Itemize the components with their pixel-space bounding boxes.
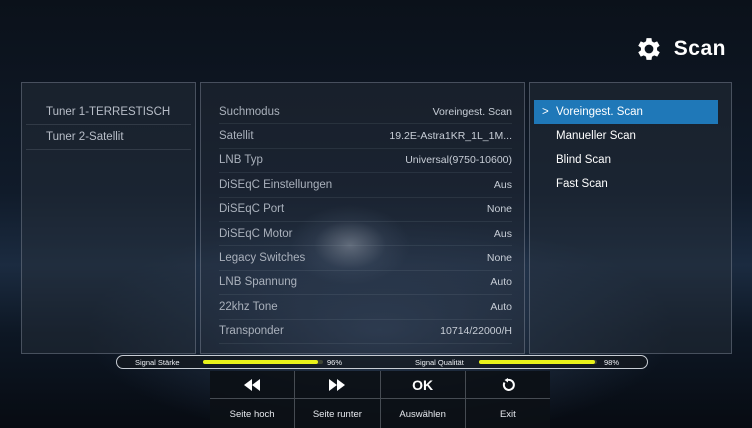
param-row-diseqc-motor[interactable]: DiSEqC Motor Aus (219, 222, 512, 247)
param-row-22khz-tone[interactable]: 22khz Tone Auto (219, 295, 512, 320)
signal-quality-track (479, 360, 597, 364)
page-title: Scan (673, 37, 726, 60)
param-row-suchmodus[interactable]: Suchmodus Voreingest. Scan (219, 100, 512, 125)
tuner-item[interactable]: Tuner 1-TERRESTISCH (26, 100, 191, 125)
scan-mode-voreingest[interactable]: > Voreingest. Scan (534, 100, 718, 124)
select-label: Auswählen (399, 409, 446, 420)
scan-mode-label: Blind Scan (556, 154, 611, 166)
tuner-item[interactable]: Tuner 2-Satellit (26, 125, 191, 150)
rewind-icon (210, 371, 295, 399)
signal-quality-label: Signal Qualität (415, 358, 464, 367)
scan-parameters: Suchmodus Voreingest. Scan Satellit 19.2… (200, 82, 525, 354)
param-row-diseqc-einstellungen[interactable]: DiSEqC Einstellungen Aus (219, 173, 512, 198)
param-value: Universal(9750-10600) (405, 154, 512, 167)
page-up-button[interactable]: Seite hoch (210, 371, 296, 428)
page-down-label: Seite runter (312, 409, 362, 420)
param-value: Aus (493, 178, 512, 191)
param-value: Voreingest. Scan (432, 105, 512, 118)
signal-strength-label: Signal Stärke (135, 358, 180, 367)
param-label: 22khz Tone (219, 300, 278, 313)
param-value: 19.2E-Astra1KR_1L_1M... (389, 130, 512, 143)
param-row-diseqc-port[interactable]: DiSEqC Port None (219, 198, 512, 222)
param-value: 10714/22000/H (440, 325, 512, 338)
param-label: DiSEqC Einstellungen (219, 178, 333, 191)
exit-button[interactable]: Exit (465, 371, 550, 428)
signal-quality-value: 98% (604, 358, 620, 367)
scan-mode-label: Voreingest. Scan (556, 106, 643, 118)
page-up-label: Seite hoch (229, 409, 275, 420)
exit-icon (465, 371, 550, 399)
param-label: DiSEqC Port (219, 203, 285, 216)
param-label: Legacy Switches (219, 252, 306, 265)
exit-label: Exit (499, 409, 516, 420)
param-value: None (486, 203, 512, 216)
page-down-button[interactable]: Seite runter (295, 371, 381, 428)
param-label: Suchmodus (219, 105, 280, 118)
chevron-right-icon: > (542, 106, 549, 118)
ok-icon: OK (380, 371, 465, 399)
param-row-satellit[interactable]: Satellit 19.2E-Astra1KR_1L_1M... (219, 124, 512, 149)
gear-icon (638, 38, 660, 60)
scan-mode-fast[interactable]: Fast Scan (534, 172, 718, 196)
param-row-transponder[interactable]: Transponder 10714/22000/H (219, 320, 512, 344)
param-label: Transponder (219, 325, 284, 338)
param-label: LNB Spannung (219, 276, 298, 289)
scan-mode-label: Manueller Scan (556, 130, 636, 142)
param-label: DiSEqC Motor (219, 227, 293, 240)
param-value: Aus (493, 227, 512, 240)
tuner-list: Tuner 1-TERRESTISCH Tuner 2-Satellit (21, 82, 196, 354)
select-button[interactable]: OK Auswählen (380, 371, 466, 428)
signal-quality-fill (479, 360, 595, 364)
param-row-legacy-switches[interactable]: Legacy Switches None (219, 246, 512, 271)
param-value: None (486, 252, 512, 265)
param-row-lnb-typ[interactable]: LNB Typ Universal(9750-10600) (219, 149, 512, 174)
signal-strength-track (203, 360, 323, 364)
param-label: LNB Typ (219, 154, 263, 167)
param-label: Satellit (219, 130, 254, 143)
scan-mode-manuell[interactable]: Manueller Scan (534, 124, 718, 148)
scan-mode-blind[interactable]: Blind Scan (534, 148, 718, 172)
bottom-button-bar: Seite hoch Seite runter OK Auswählen Exi… (210, 371, 550, 428)
signal-strength-value: 96% (327, 358, 343, 367)
scan-mode-label: Fast Scan (556, 178, 608, 190)
page-header: Scan (634, 34, 726, 64)
scan-mode-list: > Voreingest. Scan Manueller Scan Blind … (529, 82, 732, 354)
fast-forward-icon (295, 371, 380, 399)
param-value: Auto (490, 300, 512, 313)
signal-strength-fill (203, 360, 319, 364)
param-row-lnb-spannung[interactable]: LNB Spannung Auto (219, 271, 512, 296)
param-value: Auto (490, 276, 512, 289)
signal-meter: Signal Stärke 96% Signal Qualität 98% (116, 355, 648, 369)
